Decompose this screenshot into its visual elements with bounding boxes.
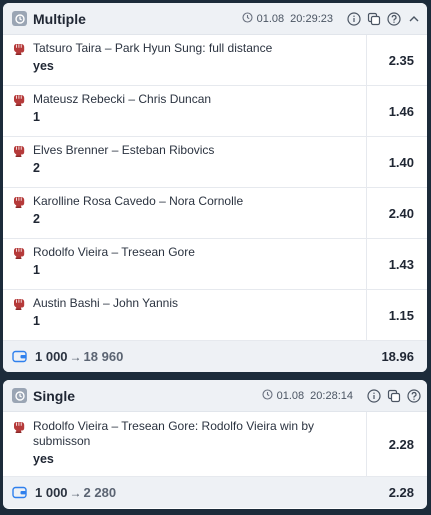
copy-icon[interactable] bbox=[366, 11, 381, 26]
event-name: Karolline Rosa Cavedo – Nora Cornolle bbox=[33, 194, 244, 208]
odd-value: 2.35 bbox=[388, 52, 414, 68]
bet-info: Mateusz Rebecki – Chris Duncan 1 bbox=[3, 86, 367, 136]
bet-info: Rodolfo Vieira – Tresean Gore 1 bbox=[3, 239, 367, 289]
outcome: 1 bbox=[33, 263, 40, 277]
total-odd: 2.28 bbox=[388, 485, 414, 500]
bet-card-single: Single 01.08 20:28:14 Rodolfo Vieira – T… bbox=[3, 380, 427, 509]
outcome: 2 bbox=[33, 212, 40, 226]
card-header[interactable]: Multiple 01.08 20:29:23 bbox=[3, 3, 427, 35]
mma-glove-icon bbox=[12, 93, 26, 107]
outcome: 2 bbox=[33, 161, 40, 175]
mma-glove-icon bbox=[12, 42, 26, 56]
card-footer: 1 000 → 2 280 2.28 bbox=[3, 477, 427, 508]
bet-type-title: Multiple bbox=[33, 10, 86, 27]
clock-icon bbox=[262, 388, 273, 403]
odd-value: 2.28 bbox=[388, 436, 414, 452]
event-name: Tatsuro Taira – Park Hyun Sung: full dis… bbox=[33, 41, 273, 55]
odd-value: 1.46 bbox=[388, 103, 414, 119]
bet-info: Elves Brenner – Esteban Ribovics 2 bbox=[3, 137, 367, 187]
total-odd: 18.96 bbox=[381, 349, 414, 364]
bet-datetime: 01.08 20:29:23 bbox=[242, 11, 333, 26]
bet-row[interactable]: Rodolfo Vieira – Tresean Gore: Rodolfo V… bbox=[3, 412, 427, 477]
odd-value: 1.40 bbox=[388, 154, 414, 170]
event-name: Rodolfo Vieira – Tresean Gore bbox=[33, 245, 195, 259]
help-icon[interactable] bbox=[386, 11, 401, 26]
bet-row[interactable]: Rodolfo Vieira – Tresean Gore 1 1.43 bbox=[3, 239, 427, 290]
help-icon[interactable] bbox=[406, 388, 421, 403]
arrow: → bbox=[69, 349, 82, 364]
payout-amount: 18 960 bbox=[83, 349, 124, 364]
chevron-up-icon[interactable] bbox=[406, 11, 421, 26]
bet-info: Austin Bashi – John Yannis 1 bbox=[3, 290, 367, 340]
event-name: Rodolfo Vieira – Tresean Gore: Rodolfo V… bbox=[33, 419, 315, 448]
wallet-icon bbox=[12, 350, 27, 363]
payout-amount: 2 280 bbox=[83, 485, 117, 500]
bet-date: 01.08 bbox=[256, 12, 285, 25]
odd-value: 1.15 bbox=[388, 307, 414, 323]
mma-glove-icon bbox=[12, 246, 26, 260]
clock-icon bbox=[12, 388, 27, 403]
odd-value: 2.40 bbox=[388, 205, 414, 221]
outcome: 1 bbox=[33, 314, 40, 328]
outcome: 1 bbox=[33, 110, 40, 124]
bet-info: Rodolfo Vieira – Tresean Gore: Rodolfo V… bbox=[3, 412, 367, 476]
odd-value: 1.43 bbox=[388, 256, 414, 272]
copy-icon[interactable] bbox=[386, 388, 401, 403]
info-icon[interactable] bbox=[366, 388, 381, 403]
bet-type-title: Single bbox=[33, 387, 76, 404]
stake-amount: 1 000 bbox=[35, 349, 68, 364]
bet-card-multiple: Multiple 01.08 20:29:23 Tatsuro Taira – … bbox=[3, 3, 427, 372]
stake-amount: 1 000 bbox=[35, 485, 68, 500]
bet-time: 20:28:14 bbox=[310, 389, 353, 402]
wallet-icon bbox=[12, 486, 27, 499]
bet-row[interactable]: Mateusz Rebecki – Chris Duncan 1 1.46 bbox=[3, 86, 427, 137]
mma-glove-icon bbox=[12, 144, 26, 158]
event-name: Mateusz Rebecki – Chris Duncan bbox=[33, 92, 212, 106]
card-header[interactable]: Single 01.08 20:28:14 bbox=[3, 380, 427, 412]
mma-glove-icon bbox=[12, 297, 26, 311]
clock-icon bbox=[242, 11, 253, 26]
event-name: Elves Brenner – Esteban Ribovics bbox=[33, 143, 215, 157]
outcome: yes bbox=[33, 452, 54, 466]
bet-row[interactable]: Tatsuro Taira – Park Hyun Sung: full dis… bbox=[3, 35, 427, 86]
outcome: yes bbox=[33, 59, 54, 73]
card-footer: 1 000 → 18 960 18.96 bbox=[3, 341, 427, 372]
bet-info: Tatsuro Taira – Park Hyun Sung: full dis… bbox=[3, 35, 367, 85]
bet-datetime: 01.08 20:28:14 bbox=[262, 388, 353, 403]
bet-time: 20:29:23 bbox=[290, 12, 333, 25]
arrow: → bbox=[69, 485, 82, 500]
event-name: Austin Bashi – John Yannis bbox=[33, 296, 178, 310]
mma-glove-icon bbox=[12, 420, 26, 434]
clock-icon bbox=[12, 11, 27, 26]
bet-info: Karolline Rosa Cavedo – Nora Cornolle 2 bbox=[3, 188, 367, 238]
bet-row[interactable]: Austin Bashi – John Yannis 1 1.15 bbox=[3, 290, 427, 341]
bet-date: 01.08 bbox=[276, 389, 305, 402]
info-icon[interactable] bbox=[346, 11, 361, 26]
mma-glove-icon bbox=[12, 195, 26, 209]
bet-row[interactable]: Elves Brenner – Esteban Ribovics 2 1.40 bbox=[3, 137, 427, 188]
bet-row[interactable]: Karolline Rosa Cavedo – Nora Cornolle 2 2.… bbox=[3, 188, 427, 239]
